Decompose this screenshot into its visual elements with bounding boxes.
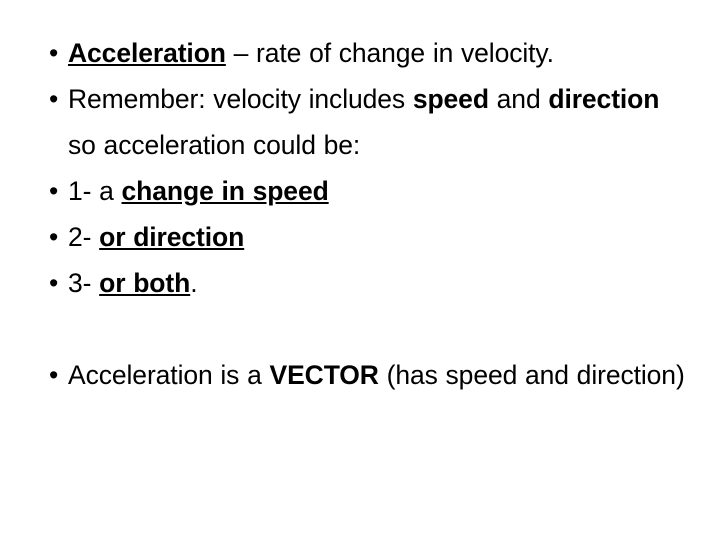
text-run: or both	[99, 268, 191, 298]
bullet-text: Remember: velocity includes speed and di…	[68, 76, 692, 168]
bullet-text: 3- or both.	[68, 260, 692, 306]
bullet-text: 1- a change in speed	[68, 168, 692, 214]
text-run: VECTOR	[269, 360, 379, 390]
text-run: change in speed	[121, 176, 329, 206]
bullet-item-1-change-in-speed: • 1- a change in speed	[28, 168, 692, 214]
bullet-marker-icon: •	[49, 268, 59, 298]
text-run: or direction	[99, 222, 245, 252]
bullet-group-vector: • Acceleration is a VECTOR (has speed an…	[28, 352, 692, 398]
text-run: 3-	[68, 268, 100, 298]
bullet-marker-icon: •	[49, 84, 59, 114]
text-run: Remember: velocity includes	[68, 84, 413, 114]
bullet-acceleration-definition: • Acceleration – rate of change in veloc…	[28, 30, 692, 76]
bullet-marker-icon: •	[49, 38, 59, 68]
text-run: – rate of change in velocity.	[225, 38, 554, 68]
text-run: speed	[412, 84, 489, 114]
text-run: 2-	[68, 222, 100, 252]
bullet-remember-velocity: • Remember: velocity includes speed and …	[28, 76, 692, 168]
text-run: so acceleration could be:	[68, 130, 361, 160]
bullet-text: Acceleration is a VECTOR (has speed and …	[68, 352, 692, 398]
text-run: direction	[548, 84, 660, 114]
text-run: (has speed and direction)	[378, 360, 685, 390]
text-run: 1- a	[68, 176, 122, 206]
text-run: and	[488, 84, 549, 114]
bullet-marker-icon: •	[49, 222, 59, 252]
presentation-slide: • Acceleration – rate of change in veloc…	[0, 0, 720, 540]
text-run: .	[190, 268, 198, 298]
bullet-marker-icon: •	[49, 360, 59, 390]
bullet-item-2-or-direction: • 2- or direction	[28, 214, 692, 260]
text-run: Acceleration	[68, 38, 226, 68]
bullet-marker-icon: •	[49, 176, 59, 206]
bullet-text: 2- or direction	[68, 214, 692, 260]
bullet-text: Acceleration – rate of change in velocit…	[68, 30, 692, 76]
slide-content-body: • Acceleration – rate of change in veloc…	[28, 30, 692, 398]
bullet-item-3-or-both: • 3- or both.	[28, 260, 692, 306]
text-run: Acceleration is a	[68, 360, 270, 390]
bullet-group-definition: • Acceleration – rate of change in veloc…	[28, 30, 692, 306]
bullet-acceleration-is-vector: • Acceleration is a VECTOR (has speed an…	[28, 352, 692, 398]
